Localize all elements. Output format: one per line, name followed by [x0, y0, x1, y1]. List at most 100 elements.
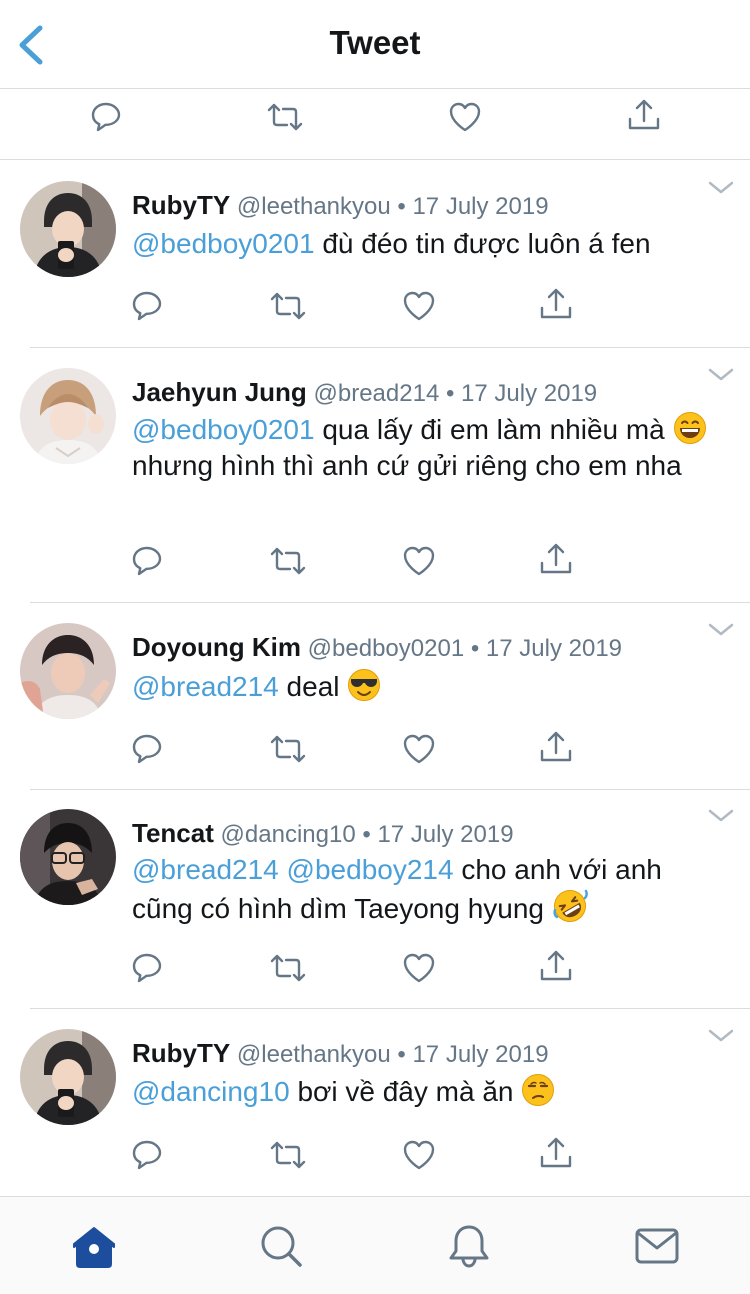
reply-button[interactable] — [125, 1133, 169, 1177]
avatar[interactable] — [20, 1029, 116, 1125]
reply-tweet[interactable]: Doyoung Kim @bedboy0201 • 17 July 2019 @… — [0, 603, 750, 790]
reply-icon — [132, 953, 162, 983]
share-button[interactable] — [622, 93, 666, 137]
share-icon — [540, 288, 572, 319]
share-icon — [628, 99, 660, 130]
avatar[interactable] — [20, 623, 116, 719]
mention-link[interactable]: @bread214 — [132, 671, 279, 702]
reply-tweet[interactable]: Jaehyun Jung @bread214 • 17 July 2019 @b… — [0, 348, 750, 603]
bell-icon — [449, 1225, 489, 1268]
main-tweet-actions — [0, 89, 750, 160]
mention-link[interactable]: @dancing10 — [132, 1076, 290, 1107]
bottom-tab-bar — [0, 1196, 750, 1294]
retweet-button[interactable] — [266, 727, 310, 771]
tweet-text-content: cho anh với anh — [461, 854, 662, 885]
display-name[interactable]: Jaehyun Jung — [132, 377, 307, 407]
search-icon — [261, 1226, 302, 1267]
tab-notifications[interactable] — [444, 1221, 494, 1271]
heart-icon — [403, 953, 435, 983]
retweet-icon — [267, 103, 303, 131]
tweet-date: 17 July 2019 — [485, 635, 623, 662]
mail-icon — [635, 1228, 679, 1264]
tab-home[interactable] — [69, 1221, 119, 1271]
reply-tweet[interactable]: RubyTY @leethankyou • 17 July 2019 @bedb… — [0, 160, 750, 348]
user-handle[interactable]: @leethankyou — [237, 193, 391, 220]
tweet-text: @bread214 @bedboy214 cho anh với anh cũn… — [132, 852, 724, 927]
reply-button[interactable] — [125, 727, 169, 771]
nav-header: Tweet — [0, 0, 750, 89]
display-name[interactable]: RubyTY — [132, 190, 230, 220]
like-button[interactable] — [397, 727, 441, 771]
mention-link[interactable]: @bread214 — [132, 854, 279, 885]
share-button[interactable] — [534, 282, 578, 326]
share-icon — [540, 1137, 572, 1168]
mention-link[interactable]: @bedboy0201 — [132, 414, 315, 445]
reply-button[interactable] — [125, 539, 169, 583]
retweet-button[interactable] — [266, 946, 310, 990]
user-handle[interactable]: @bedboy0201 — [308, 635, 465, 662]
reply-tweet[interactable]: Tencat @dancing10 • 17 July 2019 @bread2… — [0, 790, 750, 1009]
avatar[interactable] — [20, 181, 116, 277]
reply-icon — [132, 1140, 162, 1170]
tab-messages[interactable] — [632, 1221, 682, 1271]
reply-button[interactable] — [84, 95, 128, 139]
user-handle[interactable]: @dancing10 — [221, 821, 356, 848]
like-button[interactable] — [397, 946, 441, 990]
tweet-text: @dancing10 bơi về đây mà ăn — [132, 1073, 724, 1110]
retweet-icon — [270, 1141, 306, 1169]
chevron-down-icon[interactable] — [708, 1028, 734, 1044]
user-handle[interactable]: @bread214 — [314, 380, 440, 407]
heart-icon — [403, 546, 435, 576]
tweet-meta: Jaehyun Jung @bread214 • 17 July 2019 — [132, 377, 597, 408]
heart-icon — [403, 734, 435, 764]
tweet-date: 17 July 2019 — [377, 821, 514, 848]
retweet-button[interactable] — [266, 1133, 310, 1177]
unamused-face-emoji — [522, 1074, 555, 1106]
grinning-face-emoji — [673, 412, 706, 444]
tweet-date: 17 July 2019 — [412, 193, 549, 220]
tweet-date: 17 July 2019 — [461, 380, 598, 407]
like-button[interactable] — [443, 95, 487, 139]
chevron-down-icon[interactable] — [708, 808, 734, 824]
chevron-down-icon[interactable] — [708, 367, 734, 383]
display-name[interactable]: Doyoung Kim — [132, 632, 301, 662]
retweet-button[interactable] — [266, 539, 310, 583]
tweet-meta: RubyTY @leethankyou • 17 July 2019 — [132, 1038, 549, 1069]
tweet-meta: RubyTY @leethankyou • 17 July 2019 — [132, 190, 549, 221]
tweet-meta: Tencat @dancing10 • 17 July 2019 — [132, 818, 514, 849]
tweet-text-content: đù đéo tin được luôn á fen — [322, 228, 651, 259]
reply-button[interactable] — [125, 946, 169, 990]
separator-dot: • — [445, 380, 455, 407]
reply-tweet[interactable]: RubyTY @leethankyou • 17 July 2019 @danc… — [0, 1009, 750, 1196]
tab-search[interactable] — [256, 1221, 306, 1271]
like-button[interactable] — [397, 1133, 441, 1177]
retweet-icon — [270, 292, 306, 320]
display-name[interactable]: RubyTY — [132, 1038, 230, 1068]
heart-icon — [403, 1140, 435, 1170]
mention-link[interactable]: @bedboy0201 — [132, 228, 315, 259]
user-handle[interactable]: @leethankyou — [237, 1041, 391, 1068]
retweet-button[interactable] — [266, 284, 310, 328]
like-button[interactable] — [397, 539, 441, 583]
share-button[interactable] — [534, 537, 578, 581]
share-button[interactable] — [534, 1131, 578, 1175]
share-button[interactable] — [534, 944, 578, 988]
tweet-text-content: deal — [286, 671, 340, 702]
tweet-date: 17 July 2019 — [412, 1041, 549, 1068]
page-title: Tweet — [329, 24, 421, 61]
mention-link[interactable]: @bedboy214 — [287, 854, 454, 885]
retweet-button[interactable] — [263, 95, 307, 139]
chevron-down-icon[interactable] — [708, 180, 734, 196]
like-button[interactable] — [397, 284, 441, 328]
heart-icon — [449, 102, 481, 132]
retweet-icon — [270, 954, 306, 982]
avatar[interactable] — [20, 368, 116, 464]
avatar[interactable] — [20, 809, 116, 905]
display-name[interactable]: Tencat — [132, 818, 214, 848]
share-button[interactable] — [534, 725, 578, 769]
reply-icon — [132, 291, 162, 321]
tweet-text-content: cũng có hình dìm Taeyong hyung — [132, 893, 545, 924]
chevron-down-icon[interactable] — [708, 622, 734, 638]
reply-button[interactable] — [125, 284, 169, 328]
separator-dot: • — [397, 1041, 406, 1068]
